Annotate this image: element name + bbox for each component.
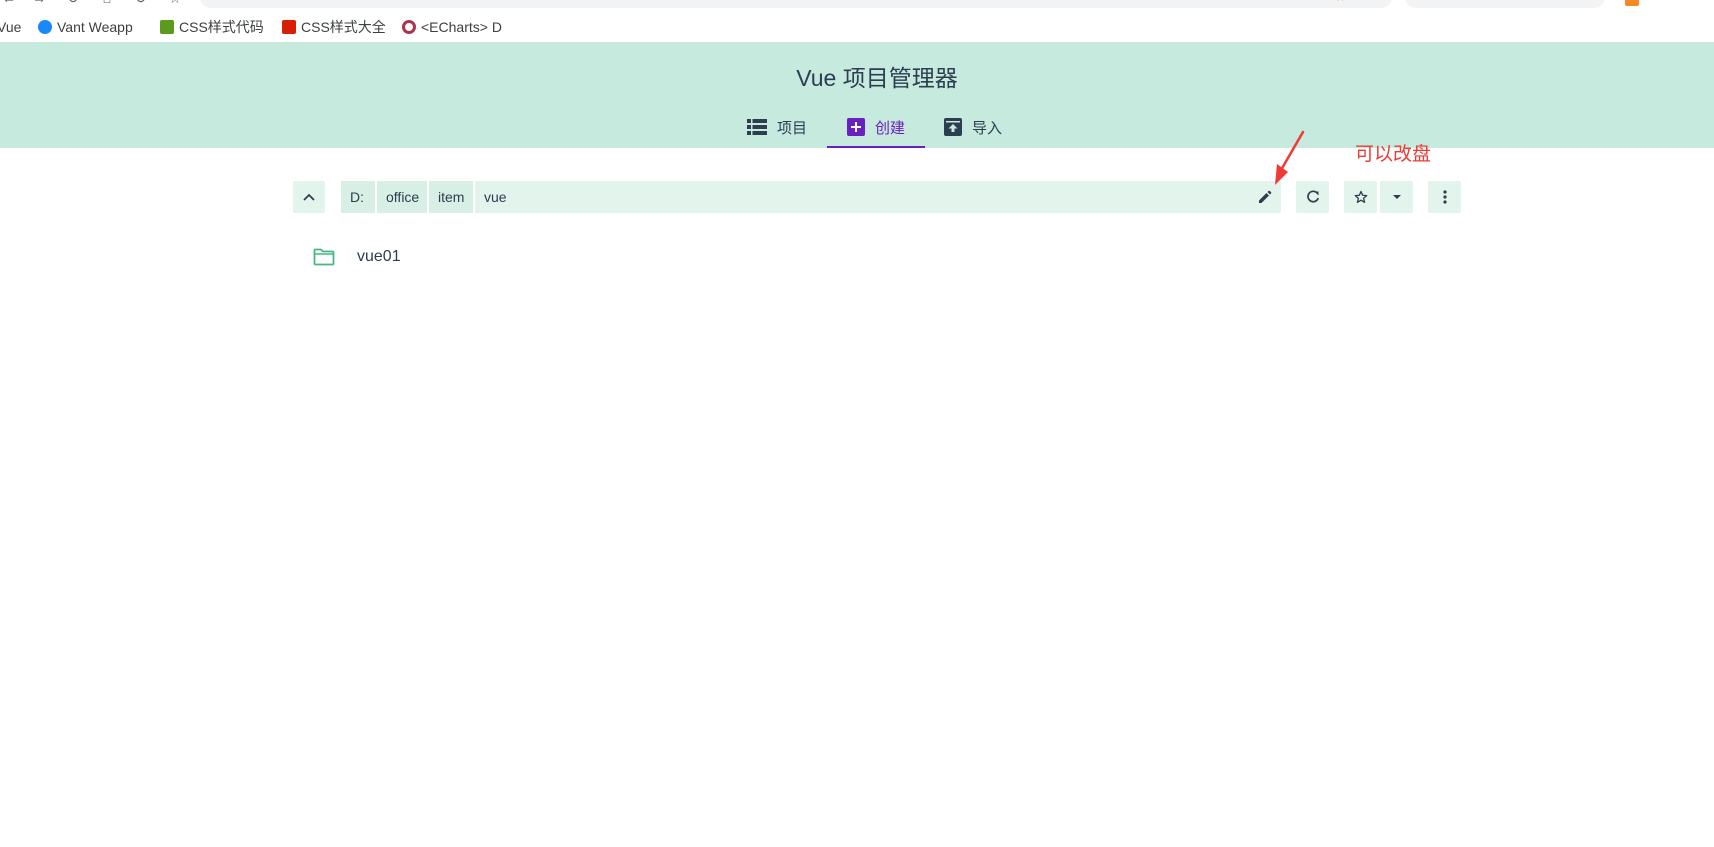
- address-bar[interactable]: [200, 0, 1392, 8]
- back-icon[interactable]: ←: [0, 0, 18, 6]
- path-crumb-label: D:: [350, 189, 364, 205]
- history-icon[interactable]: ↺: [132, 0, 150, 6]
- list-icon: [747, 119, 767, 135]
- path-crumb-label: office: [386, 189, 420, 205]
- star-outline-icon: [1354, 190, 1367, 203]
- more-options-button[interactable]: [1428, 181, 1461, 213]
- annotation-label: 可以改盘: [1355, 144, 1432, 165]
- forward-icon[interactable]: →: [30, 0, 48, 6]
- browser-search-box[interactable]: [1405, 0, 1605, 8]
- favorites-dropdown-button[interactable]: [1380, 181, 1413, 213]
- bookmark-echarts[interactable]: <ECharts> D: [402, 15, 510, 39]
- vant-icon: [38, 20, 52, 34]
- bookmark-label: Vant Weapp: [57, 19, 133, 35]
- echarts-icon: [402, 20, 416, 34]
- folder-name: vue01: [357, 248, 401, 265]
- favorite-star-icon[interactable]: ★: [1335, 0, 1349, 4]
- path-crumb[interactable]: item: [429, 181, 473, 213]
- path-crumb[interactable]: office: [377, 181, 427, 213]
- browser-toolbar: ← → ↻ ⌂ ↺ ☆ ★: [0, 0, 1714, 8]
- bookmark-label: CSS样式大全: [301, 19, 386, 35]
- folder-up-button[interactable]: [293, 181, 325, 213]
- dropdown-icon: [1392, 195, 1401, 199]
- edit-icon: [1259, 190, 1272, 203]
- path-bar[interactable]: D: office item vue: [341, 181, 1281, 213]
- extension-icon[interactable]: [1625, 0, 1639, 6]
- reload-icon[interactable]: ↻: [64, 0, 82, 6]
- chevron-up-icon: [303, 193, 315, 201]
- tab-create[interactable]: 创建: [827, 106, 925, 148]
- tab-label: 项目: [777, 119, 808, 137]
- bookmark-css-code[interactable]: CSS样式代码: [160, 15, 268, 39]
- home-icon[interactable]: ⌂: [98, 0, 116, 6]
- folder-list-item[interactable]: vue01: [301, 242, 1461, 272]
- bookmark-vant-weapp[interactable]: Vant Weapp: [38, 15, 148, 39]
- add-box-icon: [846, 118, 865, 136]
- app-header: Vue 项目管理器 项目 创建 导入: [0, 42, 1714, 148]
- bookmark-label: CSS样式代码: [179, 19, 264, 35]
- annotation-arrow-icon: [1275, 130, 1305, 185]
- bookmarks-bar: Vue Vant Weapp CSS样式代码 CSS样式大全 <ECharts>…: [0, 15, 1714, 39]
- path-crumb[interactable]: vue: [475, 181, 515, 213]
- tab-label: 创建: [874, 119, 905, 137]
- refresh-icon: [1306, 190, 1319, 203]
- path-crumb-label: vue: [484, 189, 507, 205]
- path-crumb[interactable]: D:: [341, 181, 375, 213]
- bookmark-star-icon[interactable]: ☆: [166, 0, 184, 6]
- favorite-button[interactable]: [1344, 181, 1377, 213]
- unarchive-icon: [944, 118, 962, 136]
- bookmark-label: <ECharts> D: [421, 19, 502, 35]
- tab-projects[interactable]: 项目: [747, 106, 829, 148]
- bookmark-css-styles[interactable]: CSS样式大全: [282, 15, 390, 39]
- bookmark-vue[interactable]: Vue: [0, 15, 25, 39]
- tab-import[interactable]: 导入: [944, 106, 1024, 148]
- c-icon: [282, 20, 296, 34]
- bookmark-label: Vue: [0, 19, 22, 35]
- path-crumb-label: item: [438, 189, 465, 205]
- folder-icon: [313, 248, 335, 266]
- tab-label: 导入: [972, 119, 1003, 137]
- lan-icon: [160, 20, 174, 34]
- page-title: Vue 项目管理器: [796, 65, 958, 91]
- more-vert-icon: [1442, 190, 1447, 204]
